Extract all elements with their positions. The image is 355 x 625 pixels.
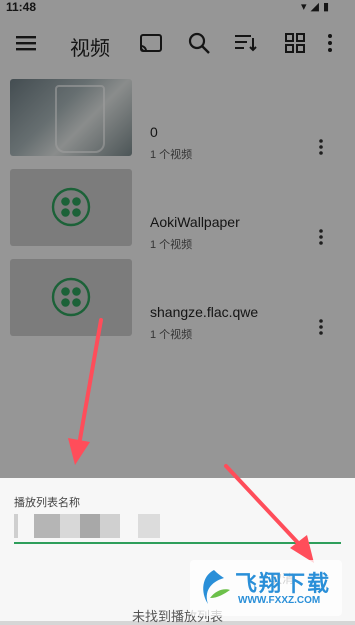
playlist-name-label: 播放列表名称 bbox=[14, 497, 80, 509]
input-underline bbox=[14, 542, 341, 544]
site-watermark: 飞翔下载 WWW.FXXZ.COM bbox=[190, 560, 342, 616]
watermark-logo-icon bbox=[203, 570, 230, 604]
playlist-name-input[interactable] bbox=[14, 514, 194, 538]
watermark-url: WWW.FXXZ.COM bbox=[238, 595, 321, 606]
watermark-text: 飞翔下载 bbox=[235, 571, 332, 596]
